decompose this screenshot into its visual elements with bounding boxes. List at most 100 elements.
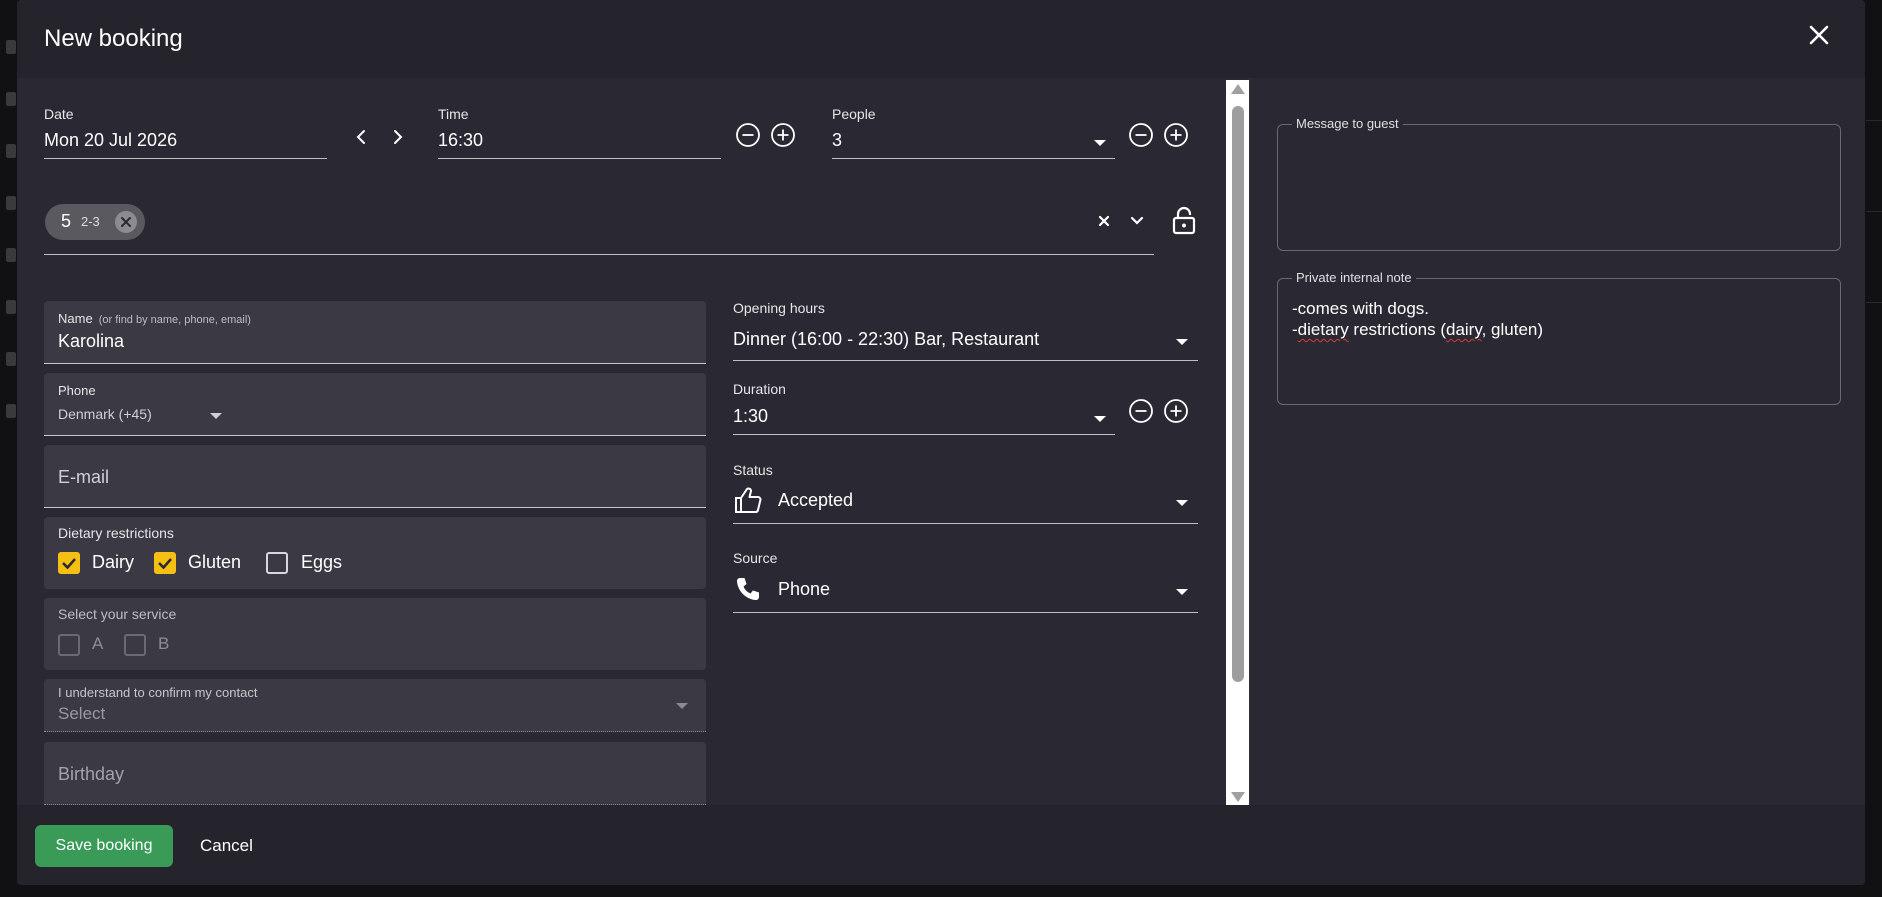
service-label: Select your service <box>58 606 177 622</box>
plus-circle-icon <box>1164 399 1188 423</box>
dairy-label[interactable]: Dairy <box>92 552 134 573</box>
dialog-footer: Save booking Cancel <box>17 805 1865 885</box>
people-increment-button[interactable] <box>1163 122 1189 148</box>
time-value[interactable]: 16:30 <box>438 130 483 151</box>
table-number: 5 <box>61 211 72 231</box>
date-value[interactable]: Mon 20 Jul 2026 <box>44 130 177 151</box>
opening-hours-underline <box>733 360 1198 361</box>
duration-increment-button[interactable] <box>1163 398 1189 424</box>
phone-label: Phone <box>58 383 96 398</box>
service-selection-group: Select your service A B <box>44 598 706 670</box>
chevron-left-icon <box>356 130 365 144</box>
service-b-checkbox[interactable] <box>124 634 146 656</box>
duration-value[interactable]: 1:30 <box>733 406 768 427</box>
phone-icon <box>734 575 762 603</box>
source-value[interactable]: Phone <box>778 579 830 600</box>
birthday-field[interactable]: Birthday <box>44 742 706 805</box>
thumbs-up-glyph <box>735 487 762 513</box>
dietary-label: Dietary restrictions <box>58 525 174 541</box>
status-dropdown-arrow-icon[interactable] <box>1176 500 1188 506</box>
duration-decrement-button[interactable] <box>1128 398 1154 424</box>
date-underline <box>44 158 327 159</box>
booking-form: Date Mon 20 Jul 2026 Time 16:30 People 3 <box>17 78 1242 805</box>
chevron-right-icon <box>394 130 403 144</box>
table-chip[interactable]: 5 2-3 <box>45 204 145 240</box>
close-icon <box>1098 215 1110 227</box>
name-value: Karolina <box>58 331 125 351</box>
duration-label: Duration <box>733 381 786 397</box>
time-increment-button[interactable] <box>770 122 796 148</box>
status-label: Status <box>733 462 773 478</box>
name-field[interactable]: Name (or find by name, phone, email) Karo… <box>44 301 706 364</box>
people-value[interactable]: 3 <box>832 130 842 151</box>
service-b-label[interactable]: B <box>158 634 169 654</box>
email-field[interactable]: E-mail <box>44 445 706 508</box>
name-label: Name (or find by name, phone, email) <box>58 311 251 326</box>
prev-date-button[interactable] <box>349 124 375 150</box>
private-note-text[interactable]: -comes with dogs. -dietary restrictions … <box>1292 298 1543 340</box>
phone-field[interactable]: Phone Denmark (+45) <box>44 373 706 436</box>
confirm-contact-placeholder: Select <box>58 704 106 723</box>
service-a-checkbox[interactable] <box>58 634 80 656</box>
scroll-down-arrow-icon[interactable] <box>1231 792 1245 802</box>
phone-glyph <box>737 578 759 600</box>
form-scrollbar[interactable] <box>1226 80 1250 806</box>
time-label: Time <box>438 106 469 122</box>
clear-tables-button[interactable] <box>1091 208 1117 234</box>
confirm-contact-select[interactable]: I understand to confirm my contact Selec… <box>44 679 706 732</box>
people-label: People <box>832 106 876 122</box>
status-value[interactable]: Accepted <box>778 490 853 511</box>
chevron-down-icon <box>1130 216 1144 225</box>
people-dropdown-arrow-icon[interactable] <box>1094 140 1106 146</box>
people-decrement-button[interactable] <box>1128 122 1154 148</box>
country-dropdown-arrow-icon[interactable] <box>210 413 222 419</box>
dairy-checkbox[interactable] <box>58 552 80 574</box>
birthday-placeholder: Birthday <box>58 764 125 784</box>
source-label: Source <box>733 550 778 566</box>
new-booking-dialog: New booking Date Mon 20 Jul 2026 Time 16… <box>17 0 1865 885</box>
time-underline <box>438 158 721 159</box>
scroll-thumb[interactable] <box>1232 106 1244 682</box>
source-underline <box>733 612 1198 613</box>
check-icon <box>62 558 76 570</box>
opening-hours-dropdown-arrow-icon[interactable] <box>1176 339 1188 345</box>
people-underline <box>832 158 1115 159</box>
close-button[interactable] <box>1806 22 1832 48</box>
message-to-guest-field[interactable] <box>1277 124 1841 251</box>
service-a-label[interactable]: A <box>92 634 103 654</box>
private-note-line-1: -comes with dogs. <box>1292 299 1429 318</box>
minus-circle-icon <box>1129 123 1153 147</box>
opening-hours-label: Opening hours <box>733 300 825 316</box>
duration-underline <box>733 434 1115 435</box>
confirm-contact-dropdown-arrow-icon <box>676 703 688 709</box>
message-to-guest-label: Message to guest <box>1292 116 1403 131</box>
close-icon <box>1809 25 1829 45</box>
table-capacity: 2-3 <box>81 214 100 229</box>
plus-circle-icon <box>771 123 795 147</box>
clear-circle-icon <box>121 217 131 227</box>
next-date-button[interactable] <box>384 124 410 150</box>
name-hint: (or find by name, phone, email) <box>98 314 251 326</box>
duration-dropdown-arrow-icon[interactable] <box>1094 416 1106 422</box>
save-booking-button[interactable]: Save booking <box>35 825 173 867</box>
scroll-up-arrow-icon[interactable] <box>1231 84 1245 94</box>
cancel-button[interactable]: Cancel <box>200 836 253 856</box>
tables-underline <box>44 254 1154 255</box>
private-note-label: Private internal note <box>1292 270 1416 285</box>
remove-table-button[interactable] <box>115 211 137 233</box>
dialog-title: New booking <box>44 25 183 52</box>
opening-hours-value[interactable]: Dinner (16:00 - 22:30) Bar, Restaurant <box>733 329 1039 350</box>
gluten-label[interactable]: Gluten <box>188 552 241 573</box>
time-decrement-button[interactable] <box>735 122 761 148</box>
tables-dropdown-button[interactable] <box>1124 208 1150 234</box>
unlock-icon <box>1172 206 1196 235</box>
source-dropdown-arrow-icon[interactable] <box>1176 589 1188 595</box>
dietary-restrictions-group: Dietary restrictions Dairy Gluten Eggs <box>44 517 706 589</box>
private-note-line-2: -dietary restrictions (dairy, gluten) <box>1292 320 1544 339</box>
eggs-label[interactable]: Eggs <box>301 552 342 573</box>
dialog-header: New booking <box>17 0 1865 78</box>
phone-country[interactable]: Denmark (+45) <box>58 406 152 422</box>
gluten-checkbox[interactable] <box>154 552 176 574</box>
eggs-checkbox[interactable] <box>266 552 288 574</box>
lock-table-button[interactable] <box>1170 205 1198 235</box>
